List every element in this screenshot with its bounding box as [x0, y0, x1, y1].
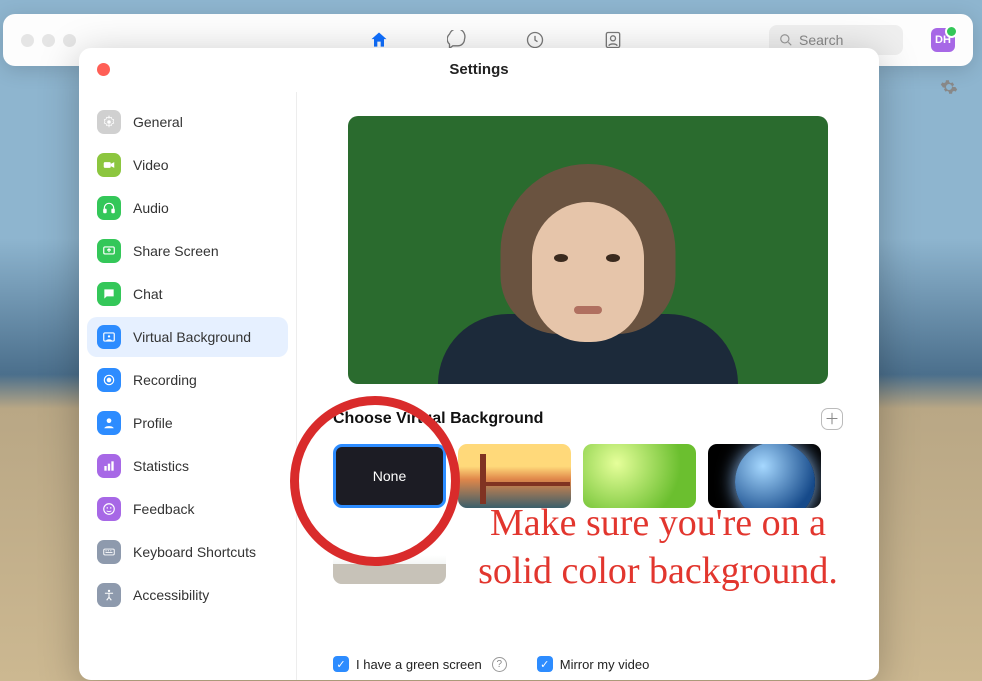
sidebar-item-accessibility[interactable]: Accessibility: [87, 575, 288, 615]
video-preview: [348, 116, 828, 384]
sidebar-item-label: Share Screen: [133, 243, 219, 259]
mirror-video-checkbox[interactable]: ✓ Mirror my video: [537, 656, 650, 672]
sidebar-item-label: Recording: [133, 372, 197, 388]
avatar-initials: DH: [935, 34, 951, 46]
sidebar-item-label: Feedback: [133, 501, 194, 517]
statistics-icon: [97, 454, 121, 478]
sidebar-item-label: Audio: [133, 200, 169, 216]
traffic-minimize[interactable]: [42, 34, 55, 47]
checkbox-label: Mirror my video: [560, 657, 650, 672]
chat-icon: [97, 282, 121, 306]
sidebar-item-audio[interactable]: Audio: [87, 188, 288, 228]
settings-title: Settings: [449, 61, 508, 78]
gear-icon: [97, 110, 121, 134]
options-row: ✓ I have a green screen ? ✓ Mirror my vi…: [333, 656, 843, 672]
help-icon[interactable]: ?: [492, 657, 507, 672]
sidebar-item-virtual-background[interactable]: Virtual Background: [87, 317, 288, 357]
checkbox-checked-icon: ✓: [333, 656, 349, 672]
record-icon: [97, 368, 121, 392]
add-background-button[interactable]: ＋: [821, 408, 843, 430]
sidebar-item-label: Video: [133, 157, 169, 173]
search-placeholder: Search: [799, 32, 843, 48]
search-icon: [779, 33, 793, 47]
checkbox-label: I have a green screen: [356, 657, 482, 672]
sidebar-item-feedback[interactable]: Feedback: [87, 489, 288, 529]
virtual-bg-icon: [97, 325, 121, 349]
sidebar-item-label: Accessibility: [133, 587, 209, 603]
background-thumbnails: None: [333, 444, 843, 584]
sidebar-item-label: General: [133, 114, 183, 130]
thumb-label: None: [373, 468, 406, 484]
section-title: Choose Virtual Background: [333, 410, 543, 428]
headphones-icon: [97, 196, 121, 220]
bg-thumb-room[interactable]: [333, 520, 446, 584]
bg-thumb-grass[interactable]: [583, 444, 696, 508]
sidebar-item-label: Virtual Background: [133, 329, 251, 345]
accessibility-icon: [97, 583, 121, 607]
sidebar-item-label: Statistics: [133, 458, 189, 474]
settings-content: Choose Virtual Background ＋ None ✓ I hav…: [297, 92, 879, 680]
settings-titlebar: Settings: [79, 48, 879, 92]
gear-icon[interactable]: [940, 78, 958, 96]
share-screen-icon: [97, 239, 121, 263]
feedback-icon: [97, 497, 121, 521]
bg-thumb-earth[interactable]: [708, 444, 821, 508]
video-icon: [97, 153, 121, 177]
sidebar-item-share-screen[interactable]: Share Screen: [87, 231, 288, 271]
bg-thumb-bridge[interactable]: [458, 444, 571, 508]
traffic-close[interactable]: [21, 34, 34, 47]
sidebar-item-recording[interactable]: Recording: [87, 360, 288, 400]
sidebar-item-statistics[interactable]: Statistics: [87, 446, 288, 486]
avatar[interactable]: DH: [931, 28, 955, 52]
green-screen-checkbox[interactable]: ✓ I have a green screen ?: [333, 656, 507, 672]
bg-thumb-none[interactable]: None: [333, 444, 446, 508]
sidebar-item-label: Chat: [133, 286, 163, 302]
person-illustration: [458, 154, 718, 384]
sidebar-item-label: Keyboard Shortcuts: [133, 544, 256, 560]
sidebar-item-chat[interactable]: Chat: [87, 274, 288, 314]
sidebar-item-general[interactable]: General: [87, 102, 288, 142]
sidebar-item-label: Profile: [133, 415, 173, 431]
sidebar-item-keyboard-shortcuts[interactable]: Keyboard Shortcuts: [87, 532, 288, 572]
settings-sidebar: General Video Audio Share Screen: [79, 92, 297, 680]
sidebar-item-profile[interactable]: Profile: [87, 403, 288, 443]
keyboard-icon: [97, 540, 121, 564]
sidebar-item-video[interactable]: Video: [87, 145, 288, 185]
profile-icon: [97, 411, 121, 435]
traffic-lights: [21, 34, 76, 47]
close-icon[interactable]: [97, 63, 110, 76]
checkbox-checked-icon: ✓: [537, 656, 553, 672]
settings-window: Settings General Video Audio: [79, 48, 879, 680]
traffic-zoom[interactable]: [63, 34, 76, 47]
